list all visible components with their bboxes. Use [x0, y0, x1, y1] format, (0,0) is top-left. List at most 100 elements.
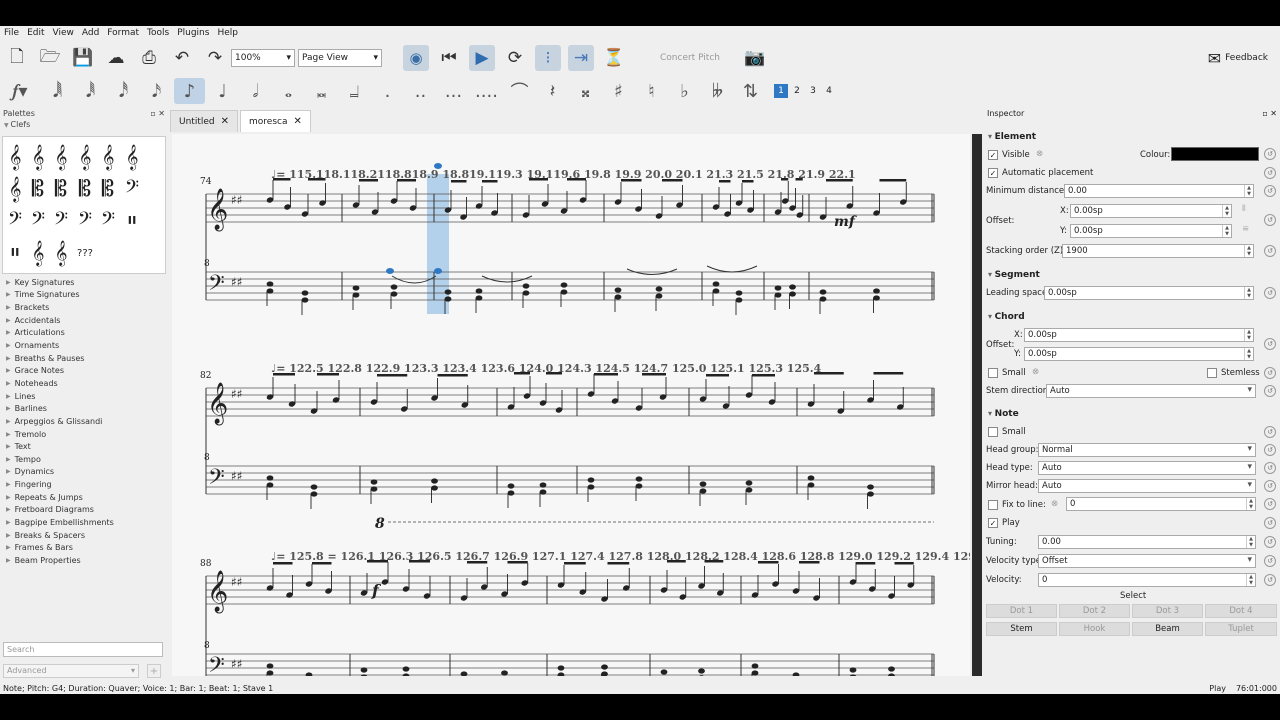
redo-icon[interactable]: ↷ — [202, 45, 228, 71]
palette-item[interactable]: ▶ Breaths & Pauses — [0, 352, 168, 365]
segment-section-heading[interactable]: Segment — [988, 270, 1040, 280]
voice-3-button[interactable]: 3 — [806, 84, 820, 98]
palette-search-input[interactable]: Search — [3, 642, 163, 657]
spinner-icon[interactable]: ▲ ▼ — [1244, 329, 1253, 341]
more-clefs-icon[interactable]: ??? — [73, 239, 97, 267]
palette-item[interactable]: ▶ Fretboard Diagrams — [0, 504, 168, 517]
spinner-icon[interactable]: ▲ ▼ — [1246, 498, 1255, 510]
treble-15mb-clef-icon[interactable]: 𝄞 — [96, 143, 120, 171]
bass-15mb-clef-icon[interactable]: 𝄢 — [49, 207, 73, 235]
leading-space-field[interactable]: 0.00sp ▲ ▼ — [1044, 286, 1254, 300]
menu-edit[interactable]: Edit — [23, 28, 48, 38]
stemless-checkbox[interactable] — [1207, 368, 1217, 378]
palette-item[interactable]: ▶ Ornaments — [0, 339, 168, 352]
spinner-icon[interactable]: ▲ ▼ — [1244, 348, 1253, 360]
feedback-button[interactable]: ✉ Feedback — [1208, 49, 1268, 68]
reset-icon[interactable]: ↺ — [1264, 385, 1276, 397]
bass-clef-icon[interactable]: 𝄢 — [73, 207, 97, 235]
metronome-icon[interactable]: ⏳ — [601, 45, 627, 71]
spinner-icon[interactable]: ▲ ▼ — [1244, 287, 1253, 299]
upload-cloud-icon[interactable]: ☁ — [103, 45, 129, 71]
bass-15ma-clef-icon[interactable]: 𝄢 — [96, 207, 120, 235]
spinner-icon[interactable]: ▲ ▼ — [1222, 225, 1231, 237]
percussion-clef-2-icon[interactable]: 𝄥 — [3, 239, 27, 267]
menu-tools[interactable]: Tools — [143, 28, 173, 38]
reset-icon[interactable]: ↺ — [1264, 426, 1276, 438]
treble-8vb-clef-icon[interactable]: 𝄞 — [26, 143, 50, 171]
palette-item[interactable]: ▶ Repeats & Jumps — [0, 491, 168, 504]
natural-icon[interactable]: ♮ — [636, 78, 667, 104]
vertical-scrollbar[interactable] — [972, 134, 982, 676]
palette-item[interactable]: ▶ Beam Properties — [0, 554, 168, 567]
treble-8va-clef-icon[interactable]: 𝄞 — [49, 143, 73, 171]
palette-item[interactable]: ▶ Barlines — [0, 402, 168, 415]
chord-section-heading[interactable]: Chord — [988, 312, 1025, 322]
spinner-icon[interactable]: ▲ ▼ — [1222, 205, 1231, 217]
select-dot4-button[interactable]: Dot 4 — [1205, 604, 1277, 618]
select-tuplet-button[interactable]: Tuplet — [1205, 622, 1277, 636]
palette-item[interactable]: ▶ Articulations — [0, 327, 168, 340]
reset-icon[interactable]: ↺ — [1264, 338, 1276, 350]
reset-icon[interactable]: ↺ — [1264, 148, 1276, 160]
reset-icon[interactable]: ↺ — [1264, 185, 1276, 197]
duration-8th-icon[interactable]: 𝅘𝅥𝅯 — [141, 78, 172, 104]
align-horizontal-icon[interactable]: ≡ — [1242, 224, 1249, 234]
select-dot2-button[interactable]: Dot 2 — [1059, 604, 1130, 618]
spinner-icon[interactable]: ▲ ▼ — [1244, 245, 1253, 257]
treble-15ma-clef-icon[interactable]: 𝄞 — [73, 143, 97, 171]
duration-quarter-icon[interactable]: ♩ — [207, 78, 238, 104]
sharp-icon[interactable]: ♯ — [603, 78, 634, 104]
play-icon[interactable]: ▶ — [469, 45, 495, 71]
add-palette-button[interactable]: + — [147, 664, 161, 678]
undo-icon[interactable]: ↶ — [169, 45, 195, 71]
duration-longa-icon[interactable]: 𝆶 — [339, 78, 370, 104]
concert-pitch-button[interactable]: Concert Pitch — [660, 53, 720, 63]
spinner-icon[interactable]: ▲ ▼ — [1244, 185, 1253, 197]
mirror-head-select[interactable]: Auto — [1038, 479, 1256, 493]
reset-icon[interactable]: ↺ — [1264, 287, 1276, 299]
reset-icon[interactable]: ↺ — [1264, 462, 1276, 474]
menu-view[interactable]: View — [49, 28, 78, 38]
double-flat-icon[interactable]: 𝄫 — [702, 78, 733, 104]
auto-placement-checkbox[interactable]: ✓ — [988, 168, 998, 178]
reset-icon[interactable]: ↺ — [1264, 444, 1276, 456]
menu-help[interactable]: Help — [213, 28, 242, 38]
spinner-icon[interactable]: ▲ ▼ — [1246, 574, 1255, 586]
play-checkbox[interactable]: ✓ — [988, 518, 998, 528]
colour-swatch[interactable] — [1171, 147, 1259, 161]
print-icon[interactable]: ⎙ — [136, 45, 162, 71]
duration-breve-icon[interactable]: 𝅜 — [306, 78, 337, 104]
select-beam-button[interactable]: Beam — [1132, 622, 1203, 636]
flip-direction-icon[interactable]: ⇅ — [735, 78, 766, 104]
flat-icon[interactable]: ♭ — [669, 78, 700, 104]
element-section-heading[interactable]: Element — [988, 132, 1037, 142]
duration-whole-icon[interactable]: 𝅝 — [273, 78, 304, 104]
triple-dot-icon[interactable]: ... — [438, 78, 469, 104]
view-mode-select[interactable]: Page View ▾ — [298, 49, 382, 67]
stem-direction-select[interactable]: Auto — [1046, 384, 1256, 398]
palette-item[interactable]: ▶ Tremolo — [0, 428, 168, 441]
velocity-field[interactable]: 0 ▲ ▼ — [1038, 573, 1256, 587]
double-treble-clef-icon[interactable]: 𝄞 — [120, 143, 144, 171]
menu-file[interactable]: File — [0, 28, 23, 38]
reset-icon[interactable]: ↺ — [1264, 480, 1276, 492]
duration-64th-icon[interactable]: 𝅘𝅥𝅲 — [42, 78, 73, 104]
fix-to-line-checkbox[interactable] — [988, 500, 998, 510]
fix-to-line-field[interactable]: 0 ▲ ▼ — [1066, 497, 1256, 511]
select-stem-button[interactable]: Stem — [986, 622, 1057, 636]
menu-plugins[interactable]: Plugins — [173, 28, 213, 38]
palette-item[interactable]: ▶ Noteheads — [0, 377, 168, 390]
rewind-icon[interactable]: ⏮ — [436, 45, 462, 71]
reset-icon[interactable]: ⊗ — [1036, 149, 1043, 159]
palette-item[interactable]: ▶ Bagpipe Embellishments — [0, 516, 168, 529]
reset-icon[interactable]: ↺ — [1264, 574, 1276, 586]
menu-add[interactable]: Add — [78, 28, 103, 38]
rest-icon[interactable]: 𝄽 — [537, 78, 568, 104]
voice-2-button[interactable]: 2 — [790, 84, 804, 98]
treble-clef-icon[interactable]: 𝄞 — [3, 143, 27, 171]
select-dot1-button[interactable]: Dot 1 — [986, 604, 1057, 618]
camera-icon[interactable]: 📷 — [742, 45, 768, 71]
palette-item[interactable]: ▶ Brackets — [0, 301, 168, 314]
tie-icon[interactable]: ⌒ — [504, 78, 535, 104]
tab-untitled[interactable]: Untitled ✕ — [170, 110, 238, 132]
